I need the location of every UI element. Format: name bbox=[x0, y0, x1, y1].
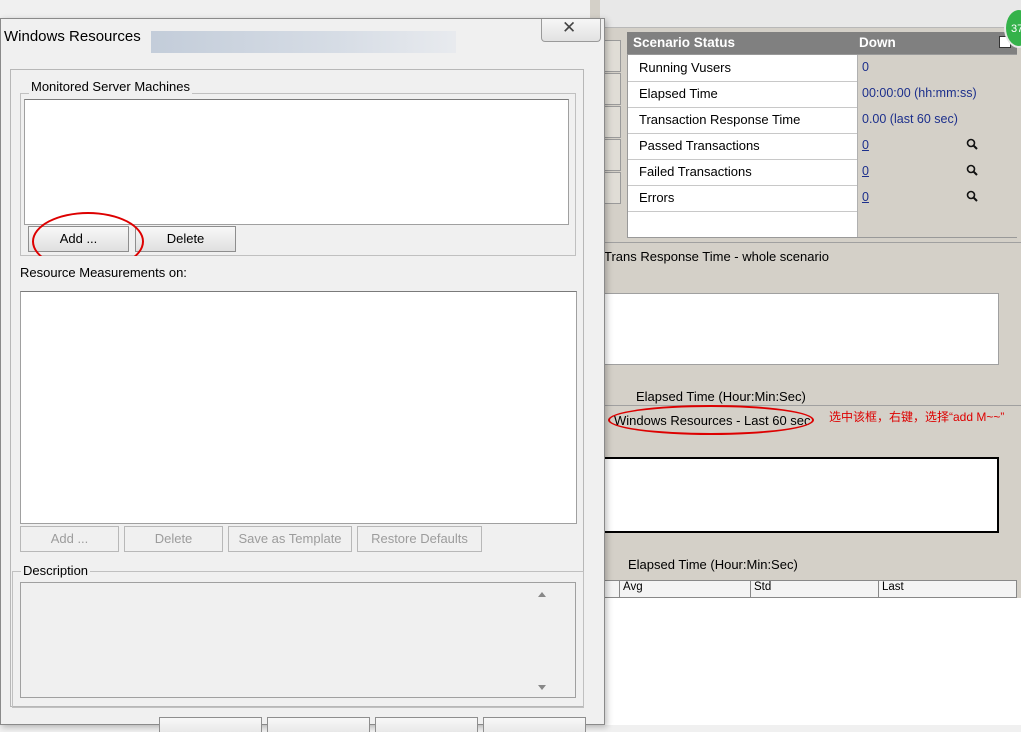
status-label: Running Vusers bbox=[639, 60, 732, 75]
status-value-cell bbox=[857, 211, 1017, 237]
trans-response-graph-title[interactable]: Trans Response Time - whole scenario bbox=[604, 249, 829, 264]
left-tab[interactable] bbox=[604, 172, 621, 204]
status-value-cell: 00:00:00 (hh:mm:ss) bbox=[857, 81, 1017, 107]
status-label: Passed Transactions bbox=[639, 138, 760, 153]
magnifier-icon[interactable] bbox=[966, 190, 978, 204]
close-icon: ✕ bbox=[562, 18, 577, 37]
monitored-server-list[interactable] bbox=[24, 99, 569, 225]
status-value-cell: 0 bbox=[857, 159, 1017, 185]
status-row-errors: Errors 0 bbox=[628, 185, 1017, 212]
status-value-cell: 0 bbox=[857, 133, 1017, 159]
annotation-ellipse bbox=[608, 405, 814, 435]
left-tab[interactable] bbox=[604, 106, 621, 138]
restore-defaults-button[interactable]: Restore Defaults bbox=[357, 526, 482, 552]
magnifier-icon[interactable] bbox=[966, 164, 978, 178]
status-label: Transaction Response Time bbox=[639, 112, 801, 127]
status-value: 00:00:00 (hh:mm:ss) bbox=[862, 86, 977, 100]
delete-measurement-button[interactable]: Delete bbox=[124, 526, 223, 552]
badge-count: 37 bbox=[1011, 23, 1021, 35]
left-tab[interactable] bbox=[604, 139, 621, 171]
title-bar-blur bbox=[151, 31, 456, 53]
windows-resources-graph[interactable] bbox=[600, 457, 999, 533]
status-row-elapsed-time: Elapsed Time 00:00:00 (hh:mm:ss) bbox=[628, 81, 1017, 108]
status-row-transaction-response-time: Transaction Response Time 0.00 (last 60 … bbox=[628, 107, 1017, 134]
status-value-cell: 0 bbox=[857, 185, 1017, 211]
passed-transactions-link[interactable]: 0 bbox=[862, 138, 869, 152]
annotation-text: 选中该框，右键，选择“add M~~” bbox=[829, 410, 1005, 424]
status-value-cell: 0 bbox=[857, 55, 1017, 81]
magnifier-icon[interactable] bbox=[966, 138, 978, 152]
left-tab[interactable] bbox=[604, 73, 621, 105]
elapsed-time-axis-label: Elapsed Time (Hour:Min:Sec) bbox=[628, 557, 798, 572]
resource-measurements-list[interactable] bbox=[20, 291, 577, 524]
windows-resources-dialog: Windows Resources ✕ Monitored Server Mac… bbox=[0, 18, 605, 732]
description-label: Description bbox=[21, 563, 91, 578]
status-value-cell: 0.00 (last 60 sec) bbox=[857, 107, 1017, 133]
scenario-status-header: Scenario Status Down bbox=[627, 32, 1017, 54]
status-value: 0.00 (last 60 sec) bbox=[862, 112, 958, 126]
delete-server-button[interactable]: Delete bbox=[135, 226, 236, 252]
left-tab[interactable] bbox=[604, 40, 621, 72]
add-measurement-button[interactable]: Add ... bbox=[20, 526, 119, 552]
column-header-avg[interactable]: Avg bbox=[619, 581, 740, 597]
column-header-last[interactable]: Last bbox=[878, 581, 1018, 597]
status-label: Failed Transactions bbox=[639, 164, 752, 179]
monitored-server-label: Monitored Server Machines bbox=[29, 79, 192, 94]
left-tabs bbox=[604, 40, 621, 205]
scenario-status-table: Running Vusers 0 Elapsed Time 00:00:00 (… bbox=[627, 54, 1017, 238]
description-box[interactable] bbox=[20, 582, 576, 698]
save-as-template-button[interactable]: Save as Template bbox=[228, 526, 352, 552]
status-row-empty bbox=[628, 211, 1017, 237]
status-value: 0 bbox=[862, 60, 869, 74]
top-toolbar-strip bbox=[600, 0, 1021, 28]
status-row-failed-transactions: Failed Transactions 0 bbox=[628, 159, 1017, 186]
scroll-up-arrow-icon[interactable] bbox=[538, 592, 546, 597]
column-header-std[interactable]: Std bbox=[750, 581, 864, 597]
scroll-down-arrow-icon[interactable] bbox=[538, 685, 546, 690]
errors-link[interactable]: 0 bbox=[862, 190, 869, 204]
scenario-status-value: Down bbox=[859, 35, 896, 50]
status-row-passed-transactions: Passed Transactions 0 bbox=[628, 133, 1017, 160]
dialog-title: Windows Resources bbox=[4, 28, 141, 45]
measurement-grid-header: Avg Std Last bbox=[604, 580, 1017, 598]
status-label: Errors bbox=[639, 190, 675, 205]
resource-measurements-label: Resource Measurements on: bbox=[20, 265, 187, 280]
trans-response-graph[interactable] bbox=[600, 293, 999, 365]
status-label: Elapsed Time bbox=[639, 86, 718, 101]
scenario-status-title: Scenario Status bbox=[633, 35, 736, 50]
status-row-running-vusers: Running Vusers 0 bbox=[628, 55, 1017, 82]
measurement-grid-body bbox=[604, 598, 1021, 725]
close-button[interactable]: ✕ bbox=[541, 18, 601, 42]
failed-transactions-link[interactable]: 0 bbox=[862, 164, 869, 178]
elapsed-time-axis-label: Elapsed Time (Hour:Min:Sec) bbox=[636, 389, 806, 404]
